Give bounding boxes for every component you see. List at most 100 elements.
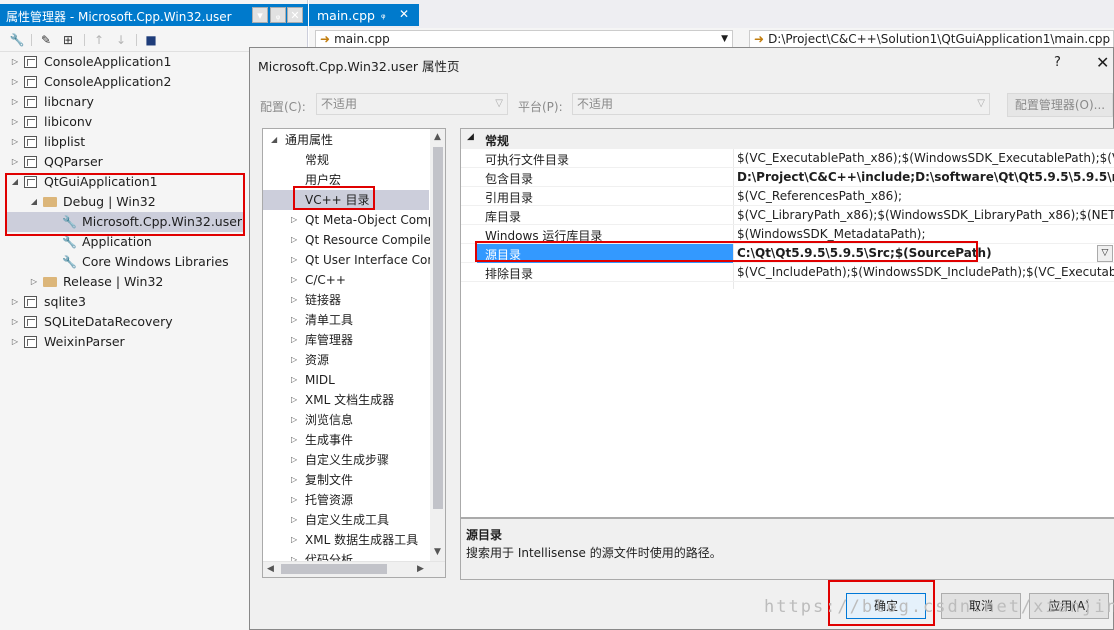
expand-icon[interactable]: ▷ — [291, 230, 297, 250]
vertical-scroll-thumb[interactable] — [433, 147, 443, 509]
nav-tree-item[interactable]: 常规 — [291, 150, 430, 170]
expand-icon[interactable]: ▷ — [291, 250, 297, 270]
chevron-down-icon[interactable]: ▽ — [1097, 245, 1113, 262]
move-down-icon[interactable]: ↓ — [113, 32, 129, 48]
pin-icon[interactable]: ᵩ — [270, 7, 286, 23]
horizontal-scroll-thumb[interactable] — [281, 564, 387, 574]
config-manager-button[interactable]: 配置管理器(O)... — [1007, 93, 1113, 117]
project-icon — [24, 156, 37, 168]
nav-tree-item[interactable]: ▷ 自定义生成工具 — [291, 510, 430, 530]
tab-main-cpp[interactable]: main.cpp ᵩ ✕ — [309, 4, 419, 26]
nav-tree-item[interactable]: ▷ 自定义生成步骤 — [291, 450, 430, 470]
collapse-icon[interactable]: ◢ — [271, 130, 277, 150]
expand-icon[interactable]: ▷ — [10, 92, 20, 112]
property-pages-dialog: Microsoft.Cpp.Win32.user 属性页 ? ✕ 配置(C): … — [249, 47, 1114, 630]
expand-icon[interactable]: ▷ — [291, 370, 297, 390]
grid-category[interactable]: ◢ 常规 — [461, 129, 1114, 149]
tree-item-label: SQLiteDataRecovery — [44, 314, 173, 329]
nav-tree-item-label: 库管理器 — [305, 333, 354, 347]
expand-icon[interactable]: ▷ — [291, 330, 297, 350]
property-manager-title-bar: 属性管理器 - Microsoft.Cpp.Win32.user ▾ ᵩ ✕ — [0, 4, 308, 26]
nav-tree-item[interactable]: ▷ XML 数据生成器工具 — [291, 530, 430, 550]
config-label: 配置(C): — [260, 100, 306, 114]
expand-icon[interactable]: ▷ — [291, 450, 297, 470]
nav-tree-item-label: 托管资源 — [305, 493, 354, 507]
expand-icon[interactable]: ▷ — [10, 152, 20, 172]
editor-tab-strip: main.cpp ᵩ ✕ — [309, 0, 1114, 28]
expand-icon[interactable]: ▷ — [291, 510, 297, 530]
property-row[interactable]: 可执行文件目录 $(VC_ExecutablePath_x86);$(Window… — [461, 149, 1114, 168]
nav-tree-item[interactable]: ◢ 通用属性 — [271, 130, 430, 150]
config-select[interactable]: 不适用 ▽ — [316, 93, 508, 115]
property-row[interactable]: 包含目录 D:\Project\C&C++\include;D:\software… — [461, 168, 1114, 187]
expand-icon[interactable]: ▷ — [10, 312, 20, 332]
nav-tree-item[interactable]: ▷ Qt User Interface Compiler — [291, 250, 430, 270]
property-row[interactable]: 库目录 $(VC_LibraryPath_x86);$(WindowsSDK_Li… — [461, 206, 1114, 225]
collapse-icon[interactable]: ◢ — [467, 132, 474, 142]
nav-tree-item[interactable]: ▷ 链接器 — [291, 290, 430, 310]
file-selector-value: main.cpp — [334, 32, 390, 46]
project-icon — [24, 136, 37, 148]
expand-icon[interactable]: ▷ — [10, 292, 20, 312]
expand-icon[interactable]: ▷ — [10, 52, 20, 72]
nav-tree-item[interactable]: ▷ 复制文件 — [291, 470, 430, 490]
expand-icon[interactable]: ▷ — [291, 350, 297, 370]
add-new-sheet-icon[interactable]: ⊞ — [60, 32, 76, 48]
expand-icon[interactable]: ▷ — [10, 332, 20, 352]
nav-tree-item[interactable]: ▷ 生成事件 — [291, 430, 430, 450]
move-up-icon[interactable]: ↑ — [91, 32, 107, 48]
scroll-up-icon[interactable]: ▲ — [434, 132, 441, 142]
property-grid: ◢ 常规 可执行文件目录 $(VC_ExecutablePath_x86);$(W… — [460, 128, 1114, 518]
expand-icon[interactable]: ▷ — [29, 272, 39, 292]
add-existing-sheet-icon[interactable]: ✎ — [38, 32, 54, 48]
property-row[interactable]: 引用目录 $(VC_ReferencesPath_x86); — [461, 187, 1114, 206]
file-selector[interactable]: ➜ main.cpp ▼ — [315, 30, 733, 48]
save-icon[interactable]: ■ — [143, 32, 159, 48]
expand-icon[interactable]: ▷ — [291, 310, 297, 330]
project-icon — [24, 116, 37, 128]
nav-tree-item[interactable]: ▷ Qt Resource Compiler — [291, 230, 430, 250]
tree-item-label: Core Windows Libraries — [82, 254, 229, 269]
window-position-icon[interactable]: ▾ — [252, 7, 268, 23]
expand-icon[interactable]: ▷ — [291, 270, 297, 290]
nav-tree-item[interactable]: ▷ Qt Meta-Object Compiler — [291, 210, 430, 230]
nav-tree-item[interactable]: ▷ C/C++ — [291, 270, 430, 290]
close-button[interactable]: ✕ — [1096, 53, 1109, 72]
scroll-right-icon[interactable]: ▶ — [417, 564, 424, 574]
expand-icon[interactable]: ▷ — [10, 132, 20, 152]
expand-icon[interactable]: ▷ — [291, 470, 297, 490]
expand-icon[interactable]: ▷ — [291, 410, 297, 430]
expand-icon[interactable]: ▷ — [291, 430, 297, 450]
expand-icon[interactable]: ▷ — [291, 490, 297, 510]
expand-icon[interactable]: ▷ — [10, 112, 20, 132]
tree-item-label: ConsoleApplication2 — [44, 74, 172, 89]
highlight-box — [5, 173, 245, 236]
property-name: 包含目录 — [485, 172, 534, 186]
scroll-down-icon[interactable]: ▼ — [434, 547, 441, 557]
tree-item-label: Release | Win32 — [63, 274, 164, 289]
nav-tree-item[interactable]: ▷ 库管理器 — [291, 330, 430, 350]
platform-select[interactable]: 不适用 ▽ — [572, 93, 990, 115]
expand-icon[interactable]: ▷ — [10, 72, 20, 92]
expand-icon[interactable]: ▷ — [291, 290, 297, 310]
nav-tree-item[interactable]: ▷ MIDL — [291, 370, 430, 390]
close-icon[interactable]: ✕ — [399, 7, 409, 21]
nav-tree-item[interactable]: ▷ 清单工具 — [291, 310, 430, 330]
expand-icon[interactable]: ▷ — [291, 530, 297, 550]
scroll-left-icon[interactable]: ◀ — [267, 564, 274, 574]
property-value: $(WindowsSDK_MetadataPath); — [737, 227, 926, 241]
nav-tree-item[interactable]: ▷ XML 文档生成器 — [291, 390, 430, 410]
property-row[interactable]: 排除目录 $(VC_IncludePath);$(WindowsSDK_Inclu… — [461, 263, 1114, 282]
close-icon[interactable]: ✕ — [287, 7, 303, 23]
nav-tree-item[interactable]: ▷ 资源 — [291, 350, 430, 370]
pin-icon[interactable]: ᵩ — [381, 8, 386, 21]
expand-icon[interactable]: ▷ — [291, 210, 297, 230]
nav-tree-item[interactable]: ▷ 浏览信息 — [291, 410, 430, 430]
wrench-icon[interactable]: 🔧 — [9, 32, 25, 48]
nav-tree-item[interactable]: ▷ 托管资源 — [291, 490, 430, 510]
property-value: $(VC_IncludePath);$(WindowsSDK_IncludePa… — [737, 265, 1114, 279]
help-button[interactable]: ? — [1054, 55, 1061, 70]
expand-icon[interactable]: ▷ — [291, 390, 297, 410]
path-box[interactable]: ➜ D:\Project\C&C++\Solution1\QtGuiApplica… — [749, 30, 1114, 48]
chevron-down-icon: ▽ — [977, 98, 985, 109]
